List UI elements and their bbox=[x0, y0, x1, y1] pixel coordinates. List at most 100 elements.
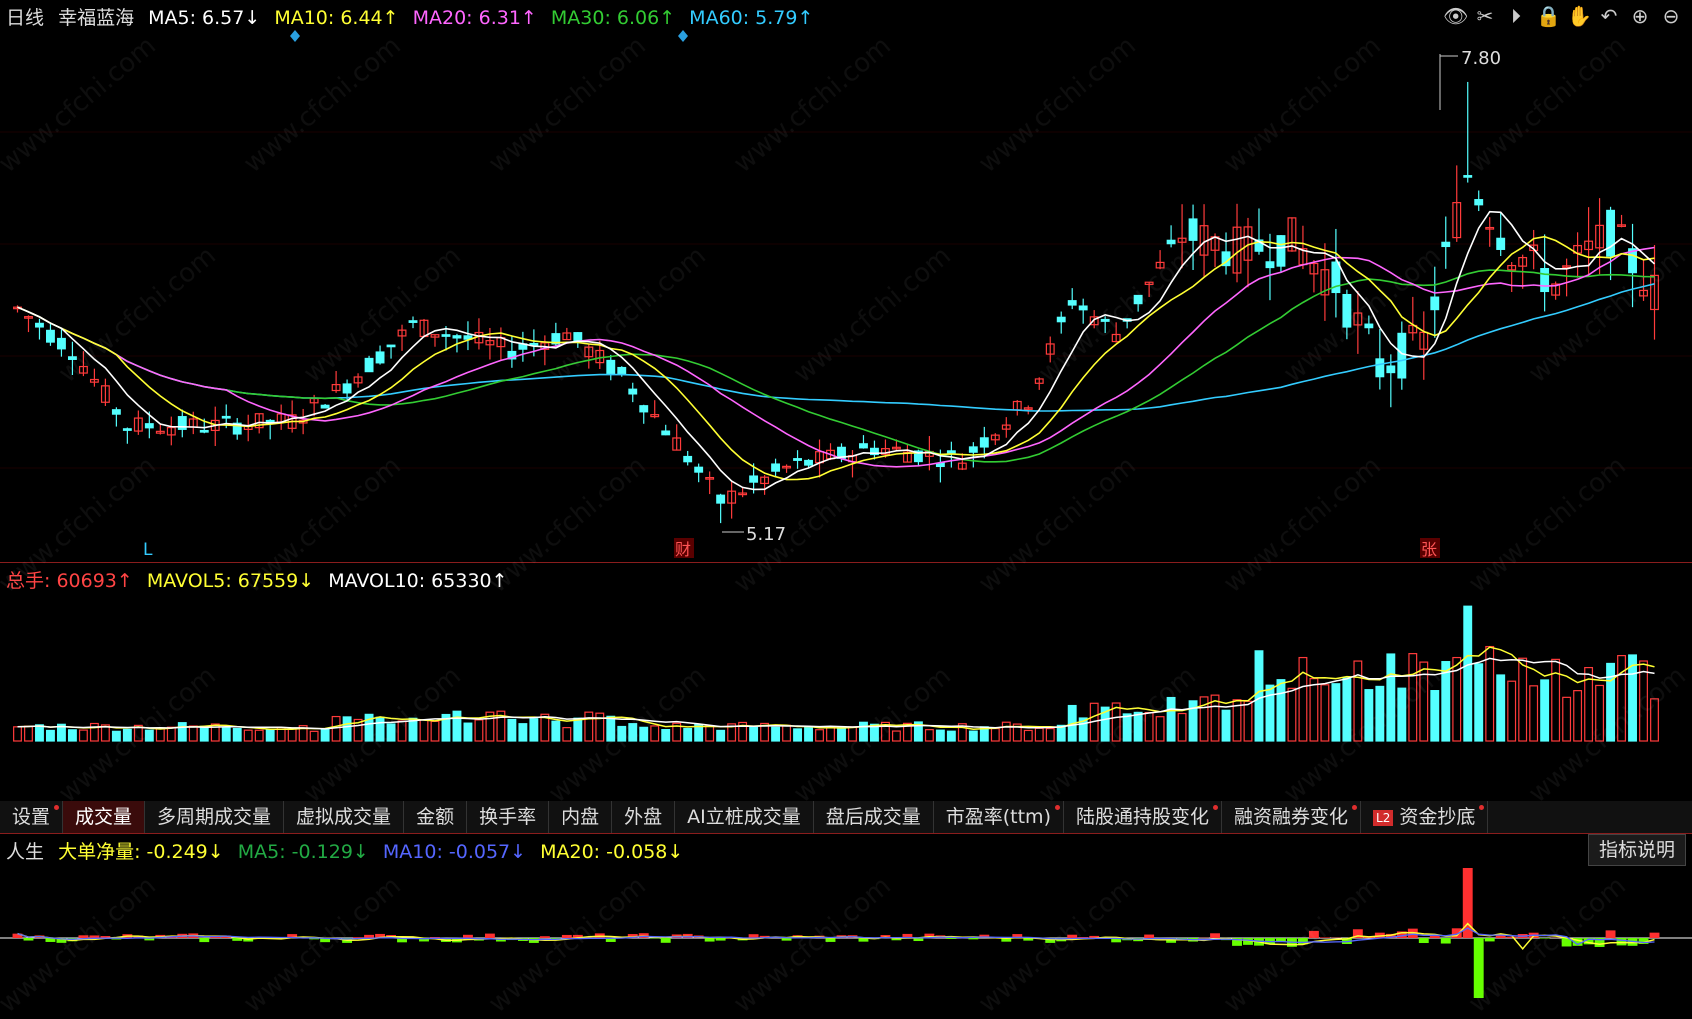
tab-9[interactable]: 盘后成交量 bbox=[814, 801, 934, 833]
tab-2[interactable]: 多周期成交量 bbox=[145, 801, 285, 833]
tab-10[interactable]: 市盈率(ttm) bbox=[934, 801, 1064, 833]
volume-bar bbox=[1298, 656, 1308, 742]
volume-bar bbox=[946, 730, 956, 742]
candle-body bbox=[1463, 175, 1473, 178]
candle-body bbox=[1276, 235, 1286, 267]
volume-bar bbox=[1650, 698, 1659, 742]
candle-body bbox=[749, 475, 759, 483]
notify-dot bbox=[54, 805, 60, 810]
candle-body bbox=[661, 430, 671, 436]
candlestick-chart[interactable]: 7.80 5.17 L 财 张 bbox=[0, 0, 1692, 562]
volume-bar bbox=[771, 726, 781, 742]
volume-bar bbox=[1639, 660, 1648, 742]
candle-body bbox=[408, 320, 418, 323]
candle-body bbox=[144, 423, 154, 429]
volume-bar bbox=[13, 726, 22, 742]
indicator-chart-pane[interactable]: 人生 大单净量: -0.249↓ MA5: -0.129↓ MA10: -0.0… bbox=[0, 834, 1692, 1007]
indicator-plot[interactable] bbox=[0, 834, 1692, 1007]
tab-4[interactable]: 金额 bbox=[404, 801, 468, 833]
volume-bar bbox=[1265, 684, 1275, 742]
volume-bar bbox=[430, 720, 440, 742]
tab-3[interactable]: 虚拟成交量 bbox=[284, 801, 405, 833]
volume-bar bbox=[1023, 729, 1033, 742]
low-label: 5.17 bbox=[746, 524, 786, 545]
candle-body bbox=[364, 357, 374, 373]
tab-12[interactable]: 融资融券变化 bbox=[1222, 801, 1362, 833]
volume-bar bbox=[606, 715, 616, 742]
volume-bar bbox=[177, 722, 187, 742]
diamond-marker bbox=[678, 30, 688, 42]
volume-bar bbox=[650, 725, 660, 742]
tab-11[interactable]: 陆股通持股变化 bbox=[1064, 801, 1222, 833]
ma60-line bbox=[17, 283, 1655, 412]
tab-label: 虚拟成交量 bbox=[296, 806, 392, 828]
volume-bar bbox=[342, 716, 352, 742]
tab-label: 外盘 bbox=[624, 806, 663, 828]
tab-label: 成交量 bbox=[75, 806, 133, 828]
volume-bar bbox=[111, 730, 121, 742]
volume-bar bbox=[859, 721, 868, 742]
candle-body bbox=[386, 344, 396, 348]
candle-body bbox=[1133, 294, 1143, 305]
marker-zhang[interactable]: 张 bbox=[1421, 540, 1437, 559]
candle-body bbox=[56, 337, 66, 350]
candle-body bbox=[1606, 209, 1616, 257]
volume-bar bbox=[1353, 660, 1363, 742]
candle-body bbox=[1540, 268, 1550, 293]
volume-bar bbox=[188, 725, 198, 742]
volume-chart-pane[interactable]: 总手: 60693↑ MAVOL5: 67559↓ MAVOL10: 65330… bbox=[0, 563, 1692, 802]
volume-bar bbox=[935, 729, 945, 742]
candle-body bbox=[694, 466, 704, 473]
volume-bar bbox=[1474, 663, 1484, 742]
volume-bar bbox=[705, 725, 715, 742]
volume-bar bbox=[639, 726, 649, 742]
tab-label: 融资融券变化 bbox=[1234, 806, 1349, 828]
volume-bar bbox=[1166, 696, 1176, 742]
tab-1[interactable]: 成交量 bbox=[63, 801, 146, 833]
volume-bar bbox=[1485, 645, 1495, 742]
tab-8[interactable]: AI立桩成交量 bbox=[675, 801, 814, 833]
volume-bar bbox=[507, 718, 517, 742]
candle-body bbox=[221, 415, 231, 419]
volume-bar bbox=[848, 726, 857, 742]
volume-bar bbox=[1243, 700, 1253, 742]
volume-bar bbox=[452, 710, 462, 742]
price-chart-pane[interactable]: 日线 幸福蓝海 MA5: 6.57↓ MA10: 6.44↑ MA20: 6.3… bbox=[0, 0, 1692, 563]
volume-bar bbox=[661, 729, 671, 742]
indicator-help-button[interactable]: 指标说明 bbox=[1587, 834, 1686, 866]
candle-body bbox=[1342, 293, 1352, 328]
volume-bar bbox=[782, 724, 792, 742]
candle-body bbox=[979, 437, 989, 448]
marker-cai[interactable]: 财 bbox=[675, 540, 691, 559]
volume-bar bbox=[1122, 713, 1132, 742]
volume-bar bbox=[199, 725, 209, 742]
volume-bar bbox=[474, 719, 484, 742]
candle-body bbox=[1474, 199, 1484, 206]
notify-dot bbox=[1479, 805, 1485, 810]
tab-6[interactable]: 内盘 bbox=[549, 801, 613, 833]
tab-5[interactable]: 换手率 bbox=[467, 801, 550, 833]
tab-label: 陆股通持股变化 bbox=[1075, 806, 1209, 828]
volume-bar bbox=[309, 730, 319, 742]
volume-bar bbox=[1573, 690, 1583, 742]
tab-13[interactable]: L2 资金抄底 bbox=[1361, 801, 1489, 833]
tab-label: 换手率 bbox=[479, 806, 537, 828]
tab-label: 内盘 bbox=[561, 806, 600, 828]
candle-body bbox=[946, 450, 956, 454]
volume-bar bbox=[1254, 650, 1264, 742]
candle-body bbox=[628, 388, 638, 395]
tab-label: 市盈率(ttm) bbox=[945, 806, 1051, 828]
tab-label: 多周期成交量 bbox=[157, 806, 272, 828]
tab-7[interactable]: 外盘 bbox=[612, 801, 676, 833]
tab-0[interactable]: 设置 bbox=[0, 801, 64, 833]
candle-body bbox=[452, 335, 462, 339]
candle-body bbox=[1430, 296, 1440, 311]
volume-bars[interactable] bbox=[0, 563, 1692, 801]
candle-body bbox=[793, 458, 802, 461]
volume-bar bbox=[968, 730, 978, 742]
candle-body bbox=[199, 429, 209, 433]
candle-body bbox=[122, 428, 132, 431]
volume-bar bbox=[144, 729, 154, 742]
volume-bar bbox=[419, 719, 429, 742]
candle-body bbox=[1100, 318, 1110, 322]
